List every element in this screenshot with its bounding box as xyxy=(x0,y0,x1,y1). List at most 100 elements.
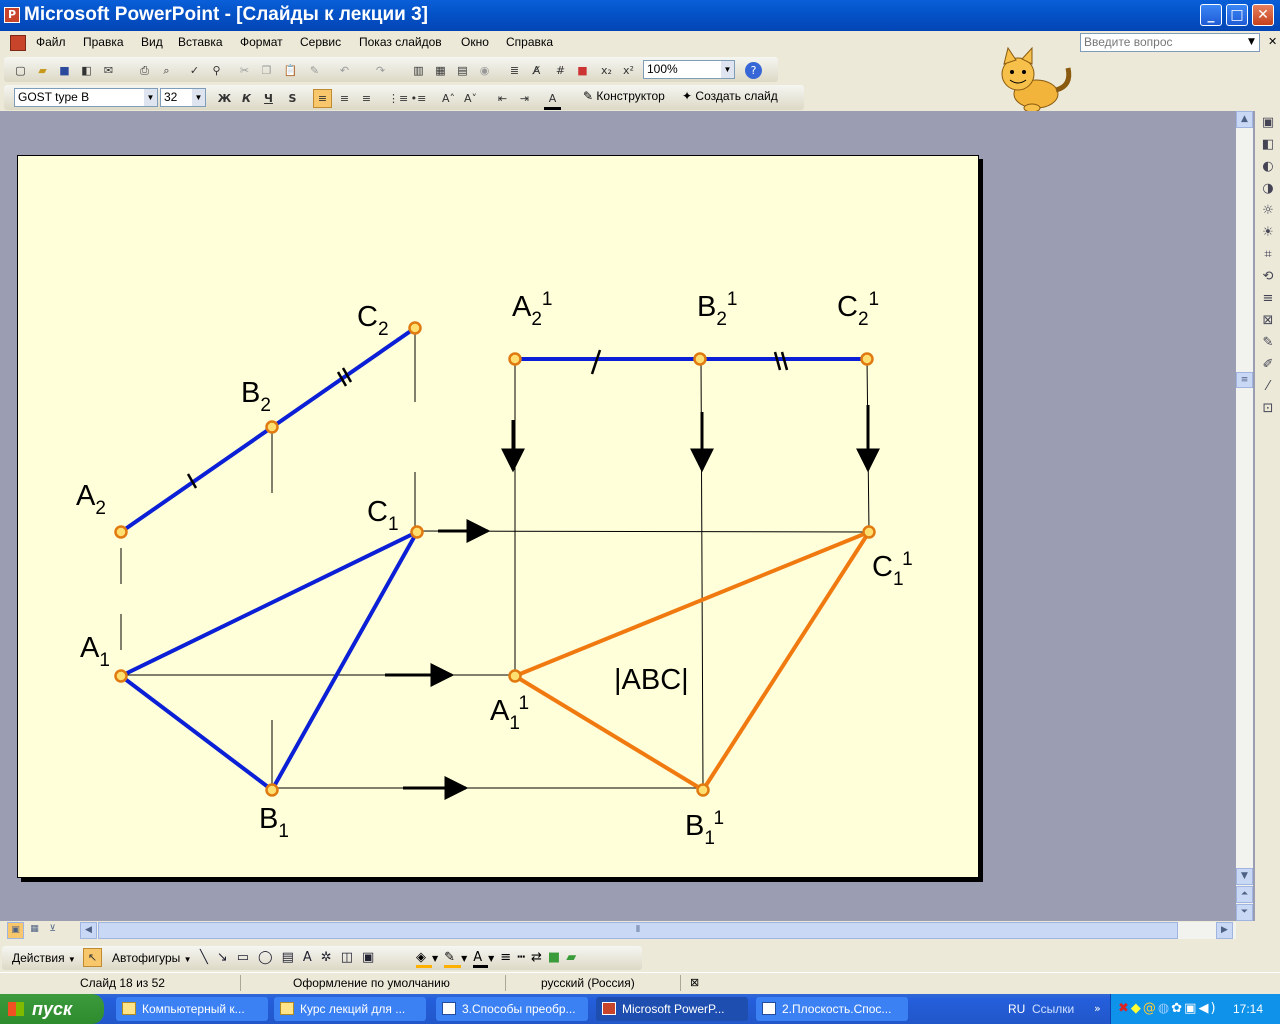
insert-diagram-icon[interactable]: ◉ xyxy=(476,62,493,79)
line-style-icon[interactable]: ≡ xyxy=(500,950,517,965)
undo-icon[interactable]: ↶ xyxy=(336,62,353,79)
superscript-icon[interactable]: x² xyxy=(620,62,637,79)
fill-color-icon[interactable]: ◈ xyxy=(416,950,432,968)
print-preview-icon[interactable]: ⌕ xyxy=(158,62,175,79)
align-right-icon[interactable]: ≡ xyxy=(358,90,375,107)
align-left-icon[interactable]: ≡ xyxy=(313,89,332,108)
network-icon[interactable]: ◍ xyxy=(1158,1001,1171,1016)
side-recolor-icon[interactable]: ✎ xyxy=(1258,332,1278,354)
align-center-icon[interactable]: ≡ xyxy=(336,90,353,107)
side-more-contrast-icon[interactable]: ◐ xyxy=(1258,156,1278,178)
menu-edit[interactable]: Правка xyxy=(83,35,124,49)
email-icon[interactable]: ✉ xyxy=(100,62,117,79)
insert-chart-icon[interactable]: ▥ xyxy=(410,62,427,79)
insert-picture-icon[interactable]: ▤ xyxy=(454,62,471,79)
ask-dropdown-icon[interactable]: ▼ xyxy=(1248,37,1255,47)
shadow-style-icon[interactable]: ■ xyxy=(548,950,566,965)
help-icon[interactable]: ? xyxy=(745,62,762,79)
previous-slide-icon[interactable]: ⏶ xyxy=(1236,886,1253,903)
copy-icon[interactable]: ❐ xyxy=(258,62,275,79)
redo-icon[interactable]: ↷ xyxy=(372,62,389,79)
font-name-select[interactable]: GOST type B ▼ xyxy=(14,88,158,107)
format-painter-icon[interactable]: ✎ xyxy=(306,62,323,79)
arrow-icon[interactable]: ↘ xyxy=(217,950,237,965)
permission-icon[interactable]: ◧ xyxy=(78,62,95,79)
show-formatting-icon[interactable]: A̸ xyxy=(528,62,545,79)
zoom-dropdown-icon[interactable]: ▼ xyxy=(721,61,734,78)
menu-insert[interactable]: Вставка xyxy=(178,35,223,49)
research-icon[interactable]: ⚲ xyxy=(208,62,225,79)
expand-all-icon[interactable]: ≣ xyxy=(506,62,523,79)
save-icon[interactable]: ■ xyxy=(56,62,73,79)
side-image-control-icon[interactable]: ◧ xyxy=(1258,134,1278,156)
horizontal-scroll-thumb[interactable]: ⦀ xyxy=(98,922,1178,939)
side-insert-picture-icon[interactable]: ▣ xyxy=(1258,112,1278,134)
dash-style-icon[interactable]: ┅ xyxy=(517,950,531,965)
cut-icon[interactable]: ✂ xyxy=(236,62,253,79)
taskbar-item[interactable]: 2.Плоскость.Спос... xyxy=(756,997,908,1021)
slide-sorter-icon[interactable]: ▦ xyxy=(26,922,43,939)
scroll-thumb[interactable]: ≡ xyxy=(1236,372,1253,388)
designer-button[interactable]: ✎ Конструктор xyxy=(583,89,665,103)
rectangle-icon[interactable]: ▭ xyxy=(237,950,258,965)
diagram-icon[interactable]: ✲ xyxy=(321,950,341,965)
taskbar-item[interactable]: Компьютерный к... xyxy=(116,997,268,1021)
show-grid-icon[interactable]: # xyxy=(552,62,569,79)
side-more-brightness-icon[interactable]: ☼ xyxy=(1258,200,1278,222)
office-assistant-icon[interactable] xyxy=(988,46,1078,116)
shadow-button[interactable]: S xyxy=(284,90,301,107)
color-grayscale-icon[interactable]: ■ xyxy=(574,62,591,79)
select-objects-icon[interactable]: ↖ xyxy=(83,948,102,967)
side-line-style-icon[interactable]: ≡ xyxy=(1258,288,1278,310)
actions-menu[interactable]: Действия ▼ xyxy=(12,951,76,965)
open-icon[interactable]: ▰ xyxy=(34,62,51,79)
ask-question-input[interactable]: Введите вопрос xyxy=(1080,33,1260,52)
menu-help[interactable]: Справка xyxy=(506,35,553,49)
vertical-scrollbar[interactable] xyxy=(1236,111,1253,921)
links-toolbar[interactable]: Ссылки xyxy=(1032,1002,1074,1016)
picture-icon[interactable]: ▣ xyxy=(362,950,383,965)
scroll-right-icon[interactable]: ▶ xyxy=(1216,922,1233,939)
taskbar-item[interactable]: 3.Способы преобр... xyxy=(436,997,588,1021)
numbering-icon[interactable]: ⋮≡ xyxy=(388,90,408,107)
wordart-icon[interactable]: A xyxy=(303,950,321,965)
antivirus-icon[interactable]: ✖ xyxy=(1118,1001,1131,1016)
font-name-dropdown-icon[interactable]: ▼ xyxy=(144,89,157,106)
font-size-dropdown-icon[interactable]: ▼ xyxy=(192,89,205,106)
draw-font-color-icon[interactable]: A xyxy=(473,950,489,968)
taskbar-item[interactable]: Курс лекций для ... xyxy=(274,997,426,1021)
menu-view[interactable]: Вид xyxy=(141,35,163,49)
decrease-indent-icon[interactable]: ⇤ xyxy=(494,90,511,107)
side-reset-icon[interactable]: ⊡ xyxy=(1258,398,1278,420)
language-indicator[interactable]: RU xyxy=(1008,1002,1025,1016)
mail-icon[interactable]: @ xyxy=(1143,1001,1158,1016)
links-expand-icon[interactable]: » xyxy=(1094,1002,1101,1015)
side-less-brightness-icon[interactable]: ☀ xyxy=(1258,222,1278,244)
textbox-icon[interactable]: ▤ xyxy=(282,950,303,965)
menu-window[interactable]: Окно xyxy=(461,35,489,49)
minimize-button[interactable]: _ xyxy=(1200,4,1222,26)
side-crop-icon[interactable]: ⌗ xyxy=(1258,244,1278,266)
menu-tools[interactable]: Сервис xyxy=(300,35,341,49)
agent-icon[interactable]: ✿ xyxy=(1171,1001,1184,1016)
new-slide-button[interactable]: ✦ Создать слайд xyxy=(682,89,778,103)
print-icon[interactable]: ⎙ xyxy=(136,62,153,79)
normal-view-icon[interactable]: ▣ xyxy=(7,922,24,939)
bold-button[interactable]: Ж xyxy=(216,90,233,107)
slide-canvas[interactable] xyxy=(17,155,979,878)
next-slide-icon[interactable]: ⏷ xyxy=(1236,904,1253,921)
menu-slideshow[interactable]: Показ слайдов xyxy=(359,35,442,49)
safely-remove-icon[interactable]: ▣ xyxy=(1184,1001,1198,1016)
taskbar-item-active[interactable]: Microsoft PowerP... xyxy=(596,997,748,1021)
close-document-icon[interactable]: ✕ xyxy=(1268,35,1277,48)
underline-button[interactable]: Ч xyxy=(260,90,277,107)
scroll-left-icon[interactable]: ◀ xyxy=(80,922,97,939)
document-icon[interactable] xyxy=(10,35,26,51)
increase-font-icon[interactable]: A˄ xyxy=(440,90,457,107)
maximize-button[interactable]: □ xyxy=(1226,4,1248,26)
line-icon[interactable]: ╲ xyxy=(200,950,217,965)
zoom-select[interactable]: 100% ▼ xyxy=(643,60,735,79)
decrease-font-icon[interactable]: A˅ xyxy=(462,90,479,107)
arrow-style-icon[interactable]: ⇄ xyxy=(531,950,548,965)
side-transparent-icon[interactable]: ⁄ xyxy=(1258,376,1278,398)
